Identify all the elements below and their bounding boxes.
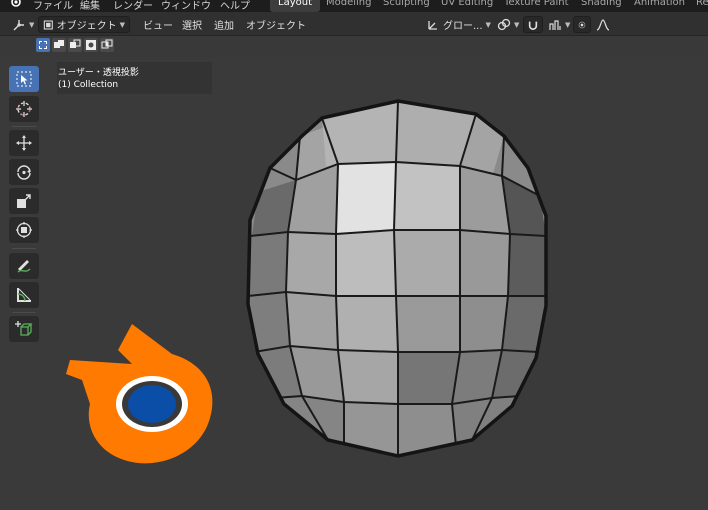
editor-type-button[interactable]: ▼: [8, 16, 38, 33]
transform-icon: [16, 222, 32, 238]
sphere-mesh-object[interactable]: [240, 96, 560, 462]
blender-logo-icon: [66, 324, 213, 464]
toolbar-separator: [12, 126, 36, 127]
workspace-tab-sculpting[interactable]: Sculpting: [383, 0, 430, 8]
menu-file[interactable]: ファイル: [33, 0, 73, 12]
tool-scale[interactable]: [9, 188, 39, 214]
menu-edit[interactable]: 編集: [80, 0, 100, 12]
tool-measure[interactable]: [9, 282, 39, 308]
workspace-tab-shading[interactable]: Shading: [581, 0, 622, 8]
top-menu-bar: ファイル 編集 レンダー ウィンドウ ヘルプ Layout Modeling S…: [0, 0, 708, 12]
pivot-point-select[interactable]: ▼: [493, 16, 523, 33]
proportional-editing-toggle[interactable]: [573, 16, 591, 33]
move-icon: [16, 135, 32, 151]
chevron-down-icon: ▼: [485, 20, 491, 29]
select-box-icon: [16, 71, 32, 87]
tool-rotate[interactable]: [9, 159, 39, 185]
annotate-icon: [17, 260, 31, 273]
menu-help[interactable]: ヘルプ: [220, 0, 250, 12]
rotate-icon: [17, 165, 31, 180]
menu-window[interactable]: ウィンドウ: [161, 0, 211, 12]
tool-select-box[interactable]: [9, 66, 39, 92]
tool-cursor[interactable]: [9, 96, 39, 122]
tool-annotate[interactable]: [9, 253, 39, 279]
menu-view[interactable]: ビュー: [139, 16, 177, 33]
select-mode-intersect-icon[interactable]: [100, 38, 114, 52]
toolbar-separator: [12, 248, 36, 249]
workspace-tab-uv-editing[interactable]: UV Editing: [441, 0, 493, 8]
proportional-falloff-select[interactable]: [592, 16, 614, 33]
menu-select[interactable]: 選択: [178, 16, 206, 33]
snap-toggle[interactable]: [523, 16, 543, 33]
menu-render[interactable]: レンダー: [113, 0, 153, 12]
tool-move[interactable]: [9, 130, 39, 156]
chevron-down-icon: ▼: [514, 20, 520, 29]
toolbar-separator: [12, 312, 36, 313]
chevron-down-icon: ▼: [119, 20, 125, 29]
pivot-point-icon: [497, 18, 511, 30]
add-cube-icon: [15, 321, 33, 336]
select-mode-extend-icon[interactable]: [52, 38, 66, 52]
cursor-icon: [16, 101, 32, 117]
menu-add[interactable]: 追加: [210, 16, 238, 33]
snap-target-select[interactable]: ▼: [544, 16, 574, 33]
workspace-tab-rendering[interactable]: Re: [696, 0, 708, 8]
chevron-down-icon: ▼: [29, 20, 35, 29]
mode-label: オブジェクト: [56, 21, 117, 32]
blender-logo-icon[interactable]: [10, 0, 22, 8]
viewport-info-overlay: ユーザー・透視投影 (1) Collection: [57, 62, 212, 94]
tool-transform[interactable]: [9, 217, 39, 243]
select-mode-invert-icon[interactable]: [84, 38, 98, 52]
scale-icon: [17, 194, 31, 208]
select-mode-new-icon[interactable]: [36, 38, 50, 52]
selection-mode-row: [36, 38, 114, 56]
chevron-down-icon: ▼: [565, 20, 571, 29]
proportional-editing-icon: [578, 21, 586, 28]
tool-add-cube[interactable]: [9, 316, 39, 342]
transform-orientation-label: グロー...: [443, 21, 483, 32]
workspace-tab-layout[interactable]: Layout: [270, 0, 320, 12]
object-mode-icon: [43, 19, 53, 30]
mode-select[interactable]: オブジェクト ▼: [38, 16, 130, 33]
view-name-text: ユーザー・透視投影: [58, 68, 139, 78]
falloff-curve-icon: [596, 18, 610, 31]
viewport-editor-icon: [13, 19, 24, 30]
global-orientation-icon: [428, 20, 437, 30]
workspace-tab-animation[interactable]: Animation: [634, 0, 685, 8]
collection-text: (1) Collection: [58, 80, 119, 90]
snap-increment-icon: [549, 19, 561, 30]
transform-orientation-select[interactable]: グロー... ▼: [422, 16, 495, 33]
magnet-icon: [528, 21, 538, 30]
measure-icon: [17, 288, 31, 302]
viewport-header: ▼ オブジェクト ▼ ビュー 選択 追加 オブジェクト グロー... ▼ ▼ ▼: [0, 12, 708, 36]
workspace-tab-modeling[interactable]: Modeling: [326, 0, 372, 8]
select-mode-subtract-icon[interactable]: [68, 38, 82, 52]
menu-object[interactable]: オブジェクト: [242, 16, 310, 33]
workspace-tab-texture-paint[interactable]: Texture Paint: [504, 0, 569, 8]
